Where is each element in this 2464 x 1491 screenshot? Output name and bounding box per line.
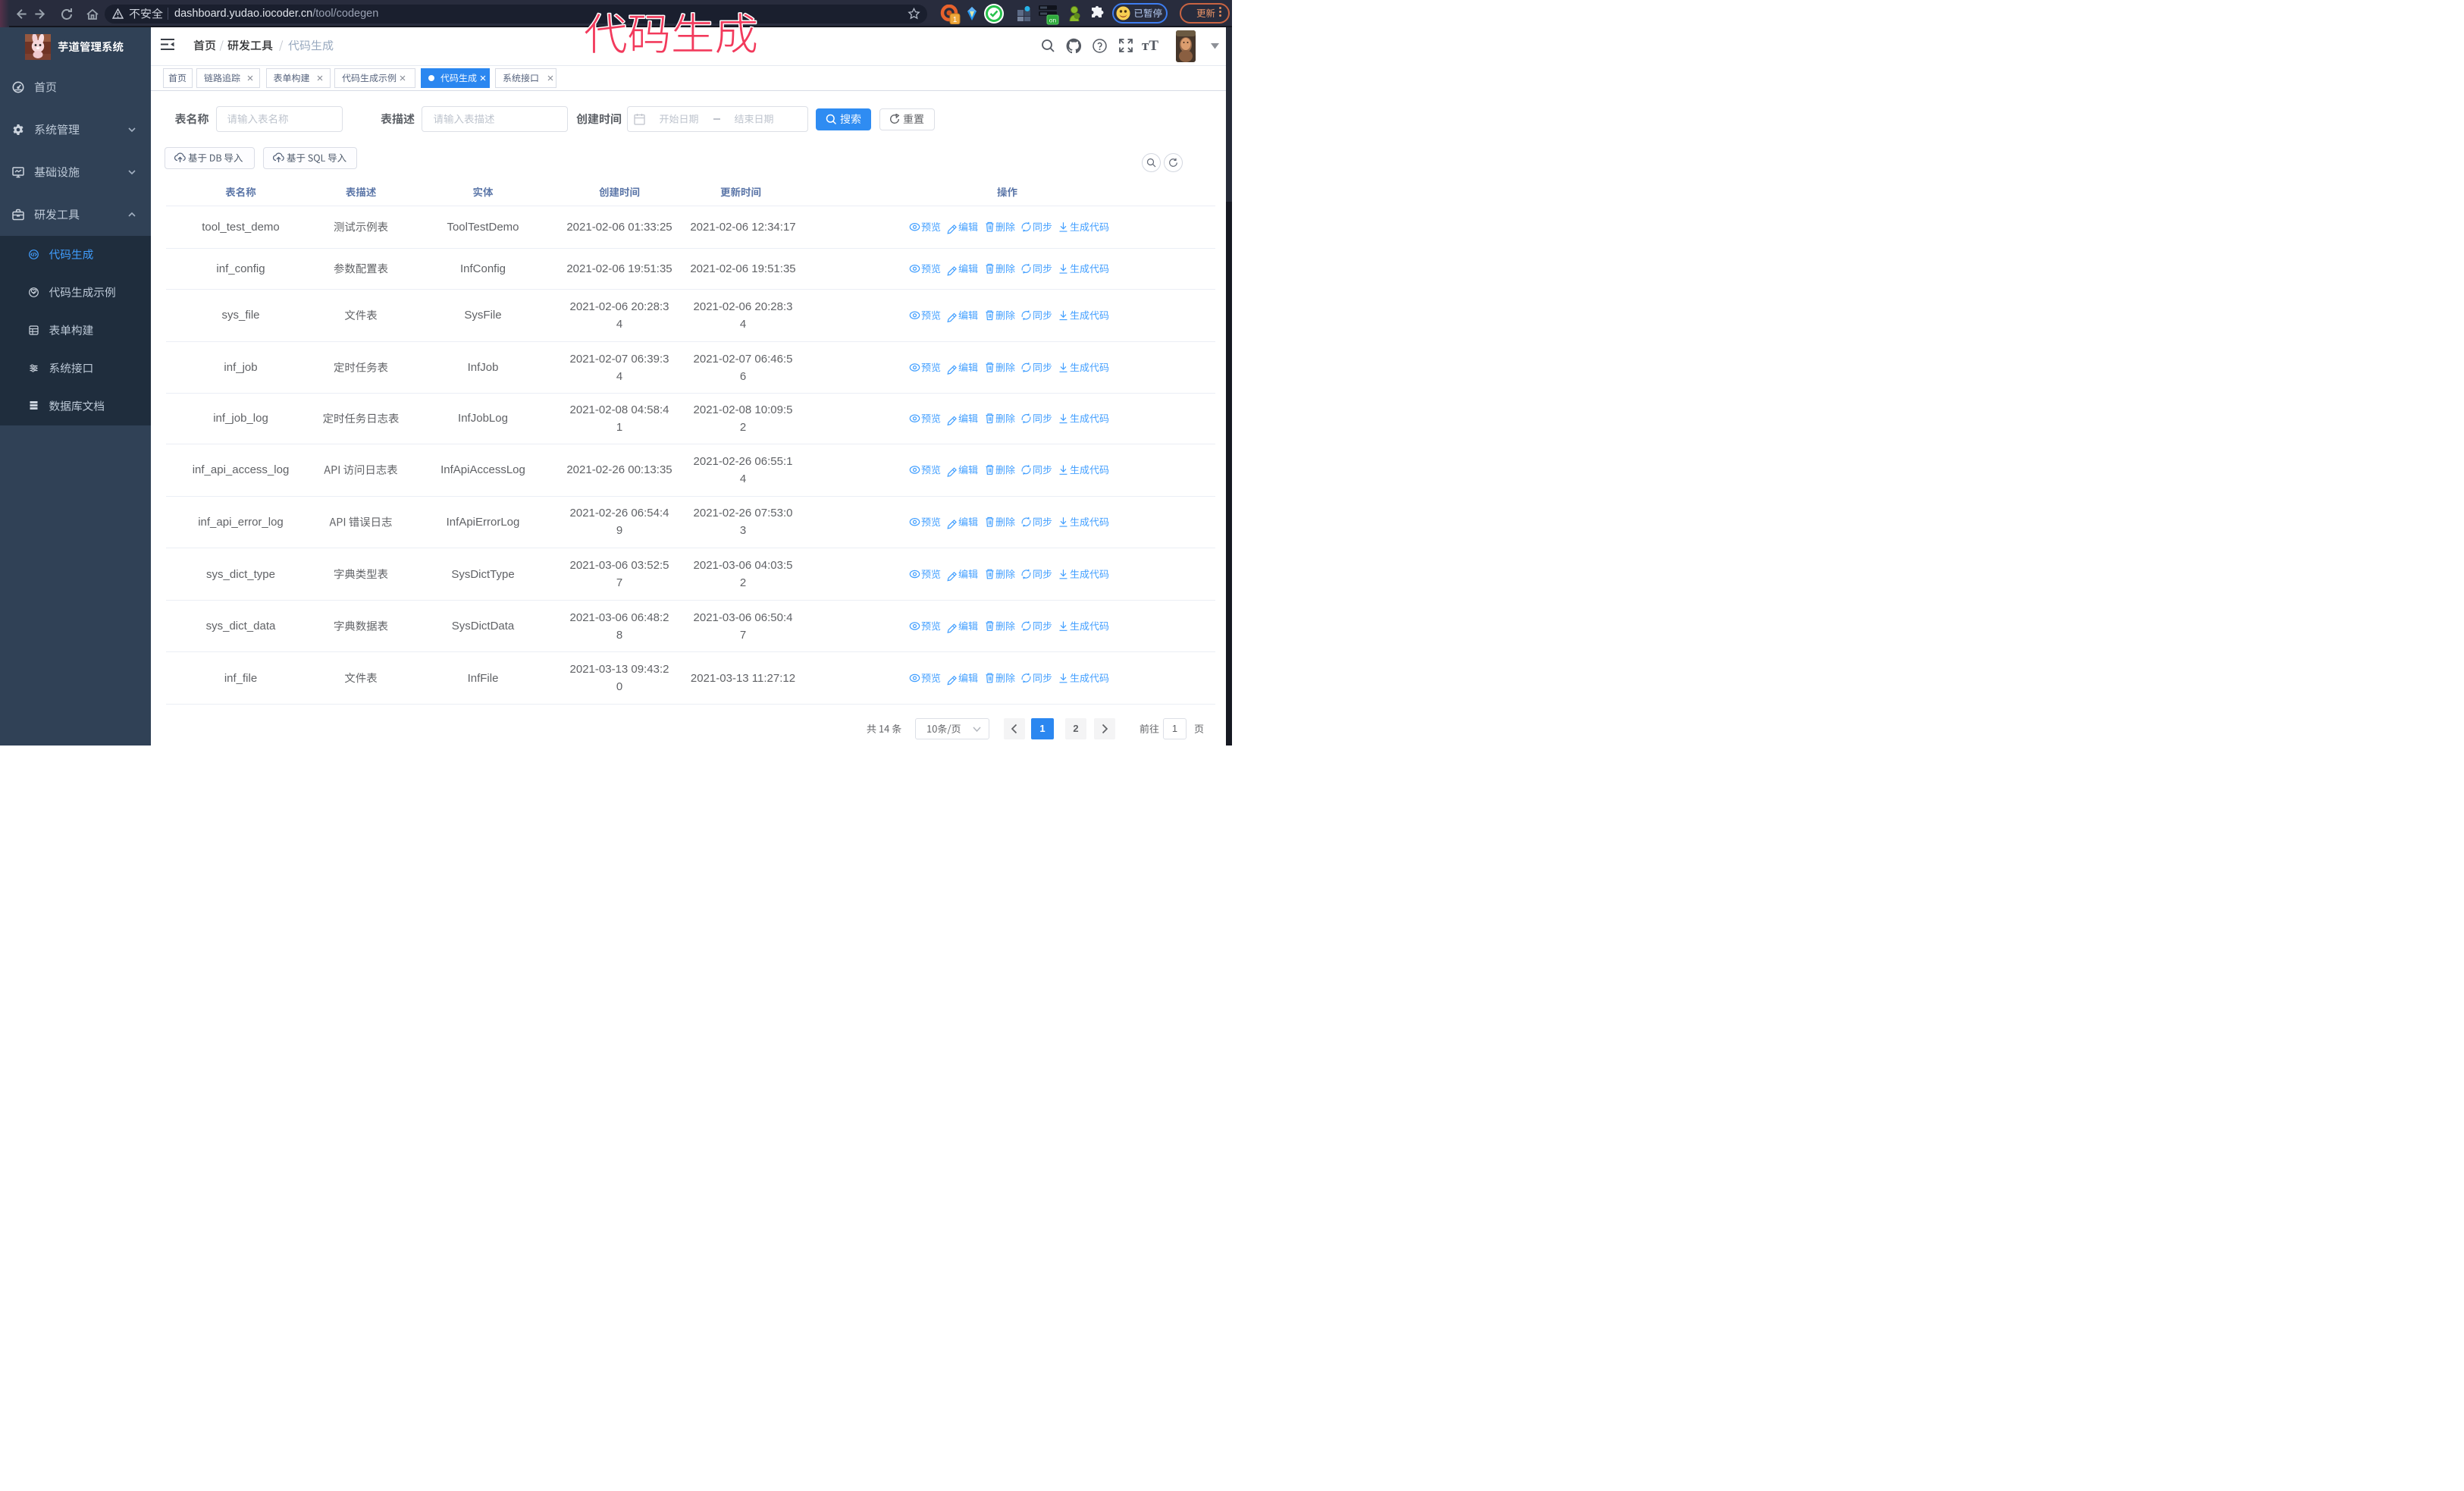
svg-text:on: on (1049, 17, 1057, 24)
svg-text:1: 1 (953, 16, 958, 24)
